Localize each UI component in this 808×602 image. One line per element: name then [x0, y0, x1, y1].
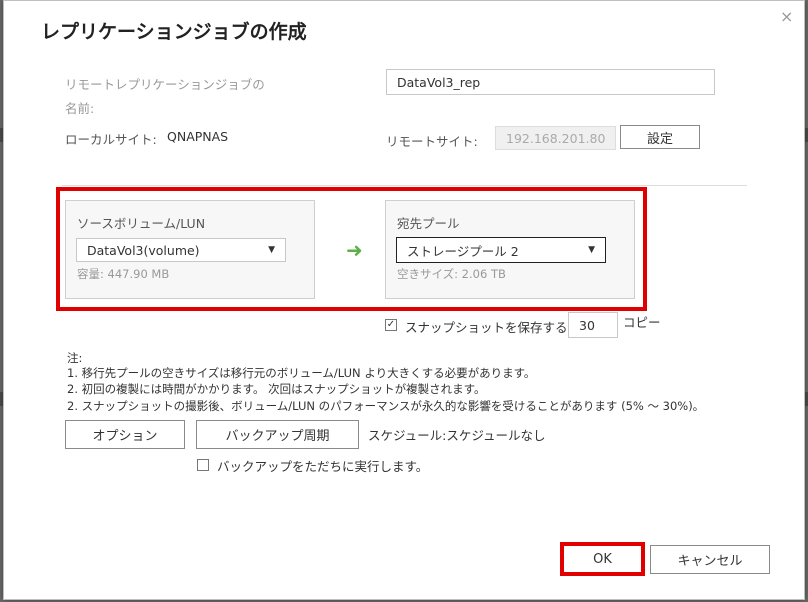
save-snapshot-label: スナップショットを保存する: [405, 320, 568, 335]
backup-schedule-button[interactable]: バックアップ周期: [196, 420, 359, 449]
destination-pool-select[interactable]: ストレージプール 2 ▼: [396, 237, 606, 263]
note-line-2: 2. 初回の複製には時間がかかります。 次回はスナップショットが複製されます。: [67, 382, 486, 396]
destination-free-space: 空きサイズ: 2.06 TB: [397, 267, 506, 281]
note-line-3: 2. スナップショットの撮影後、ボリューム/LUN のパフォーマンスが永久的な影…: [67, 399, 705, 413]
destination-pool-panel: 宛先プール ストレージプール 2 ▼ 空きサイズ: 2.06 TB: [385, 200, 635, 299]
options-button[interactable]: オプション: [65, 420, 185, 449]
source-volume-selected: DataVol3(volume): [87, 242, 200, 258]
section-divider: [62, 185, 747, 186]
destination-pool-selected: ストレージプール 2: [407, 243, 519, 259]
remote-site-label: リモートサイト:: [386, 134, 478, 149]
run-now-label: バックアップをただちに実行します。: [217, 459, 429, 474]
cancel-button[interactable]: キャンセル: [650, 545, 770, 574]
job-name-input[interactable]: DataVol3_rep: [386, 69, 715, 95]
schedule-status: スケジュール:スケジュールなし: [368, 428, 546, 443]
local-site-label: ローカルサイト:: [65, 132, 157, 147]
chevron-down-icon: ▼: [268, 245, 275, 255]
source-volume-select[interactable]: DataVol3(volume) ▼: [76, 238, 286, 262]
source-capacity: 容量: 447.90 MB: [77, 267, 170, 281]
source-volume-panel: ソースボリューム/LUN DataVol3(volume) ▼ 容量: 447.…: [65, 200, 315, 299]
create-replication-job-dialog: レプリケーションジョブの作成 × リモートレプリケーションジョブの 名前: Da…: [3, 0, 805, 600]
notes-heading: 注:: [67, 351, 83, 365]
ok-button[interactable]: OK: [560, 542, 645, 576]
job-name-label-line2: 名前:: [65, 101, 95, 116]
arrow-right-icon: ➜: [346, 238, 363, 262]
snapshot-count-input[interactable]: 30: [568, 312, 618, 338]
local-site-value: QNAPNAS: [167, 129, 229, 144]
run-now-checkbox[interactable]: [197, 459, 209, 471]
snapshot-count-unit: コピー: [623, 315, 661, 330]
remote-site-address-field: 192.168.201.80: [495, 126, 616, 150]
job-name-label-line1: リモートレプリケーションジョブの: [65, 77, 265, 92]
dialog-title: レプリケーションジョブの作成: [41, 21, 307, 43]
close-icon[interactable]: ×: [780, 7, 793, 26]
save-snapshot-checkbox[interactable]: ✓: [385, 319, 397, 331]
note-line-1: 1. 移行先プールの空きサイズは移行元のボリューム/LUN より大きくする必要が…: [67, 366, 536, 380]
destination-pool-label: 宛先プール: [397, 216, 460, 231]
source-volume-label: ソースボリューム/LUN: [77, 216, 206, 231]
checkmark-icon: ✓: [386, 319, 396, 330]
chevron-down-icon: ▼: [588, 245, 595, 255]
remote-site-settings-button[interactable]: 設定: [620, 125, 700, 149]
